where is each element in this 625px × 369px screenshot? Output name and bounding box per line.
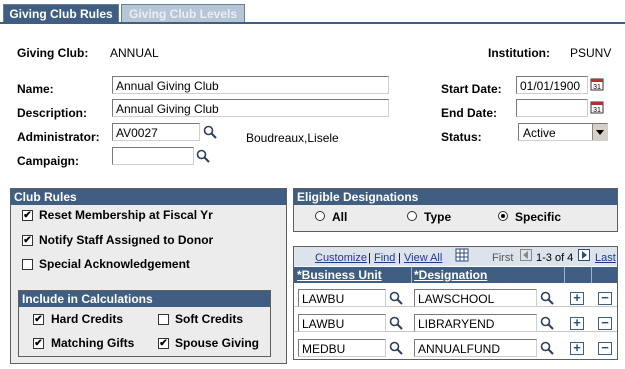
business-unit-lookup-icon[interactable] bbox=[389, 291, 403, 305]
end-date-calendar-icon[interactable]: 31 bbox=[590, 100, 604, 114]
special-ack-label: Special Acknowledgement bbox=[39, 257, 190, 271]
find-link[interactable]: Find bbox=[374, 252, 395, 264]
eligible-designations-title: Eligible Designations bbox=[294, 189, 617, 205]
toolbar-separator: | bbox=[398, 252, 401, 264]
designation-lookup-icon[interactable] bbox=[540, 291, 554, 305]
tab-giving-club-levels[interactable]: Giving Club Levels bbox=[121, 4, 245, 23]
designation-input[interactable]: LIBRARYEND bbox=[414, 314, 537, 332]
description-label: Description: bbox=[17, 106, 88, 120]
designation-lookup-icon[interactable] bbox=[540, 341, 554, 355]
club-rules-title: Club Rules bbox=[11, 189, 286, 205]
add-row-button[interactable]: + bbox=[570, 341, 584, 355]
customize-link[interactable]: Customize bbox=[315, 252, 367, 264]
spouse-giving-checkbox[interactable]: ✔ bbox=[158, 338, 169, 349]
radio-all[interactable] bbox=[315, 211, 325, 221]
add-row-button[interactable]: + bbox=[570, 291, 584, 305]
add-row-button[interactable]: + bbox=[570, 316, 584, 330]
col-divider bbox=[411, 267, 412, 283]
delete-row-button[interactable]: − bbox=[598, 316, 612, 330]
soft-credits-checkbox[interactable] bbox=[158, 314, 169, 325]
campaign-lookup-icon[interactable] bbox=[196, 149, 210, 163]
chevron-down-icon bbox=[596, 130, 604, 135]
reset-membership-label: Reset Membership at Fiscal Yr bbox=[39, 208, 213, 222]
download-grid-icon[interactable] bbox=[455, 248, 469, 262]
range-label: 1-3 of 4 bbox=[536, 252, 574, 264]
business-unit-input[interactable]: LAWBU bbox=[298, 314, 386, 332]
administrator-lookup-icon[interactable] bbox=[203, 125, 217, 139]
business-unit-lookup-icon[interactable] bbox=[389, 316, 403, 330]
administrator-name: Boudreaux,Lisele bbox=[246, 131, 339, 145]
business-unit-input[interactable]: LAWBU bbox=[298, 289, 386, 307]
col-designation-header[interactable]: *Designation bbox=[414, 268, 487, 282]
end-date-input[interactable] bbox=[516, 99, 588, 117]
tab-giving-club-rules[interactable]: Giving Club Rules bbox=[3, 4, 119, 23]
designation-input[interactable]: LAWSCHOOL bbox=[414, 289, 537, 307]
status-select[interactable]: Active bbox=[518, 123, 608, 141]
start-date-calendar-icon[interactable]: 31 bbox=[590, 77, 604, 91]
col-divider bbox=[591, 267, 592, 283]
description-input[interactable]: Annual Giving Club bbox=[112, 99, 389, 117]
tab-underline bbox=[0, 22, 625, 24]
name-input[interactable]: Annual Giving Club bbox=[112, 76, 389, 94]
svg-text:31: 31 bbox=[593, 84, 601, 91]
toolbar-separator: | bbox=[368, 252, 371, 264]
reset-membership-checkbox[interactable]: ✔ bbox=[22, 210, 33, 221]
name-label: Name: bbox=[17, 82, 54, 96]
designation-lookup-icon[interactable] bbox=[540, 316, 554, 330]
notify-staff-checkbox[interactable]: ✔ bbox=[22, 235, 33, 246]
designation-input[interactable]: ANNUALFUND bbox=[414, 339, 537, 357]
next-icon[interactable] bbox=[578, 249, 590, 261]
giving-club-label: Giving Club: bbox=[17, 46, 89, 60]
matching-gifts-checkbox[interactable]: ✔ bbox=[33, 338, 44, 349]
special-ack-checkbox[interactable] bbox=[22, 259, 33, 270]
radio-type[interactable] bbox=[407, 211, 417, 221]
delete-row-button[interactable]: − bbox=[598, 341, 612, 355]
notify-staff-label: Notify Staff Assigned to Donor bbox=[39, 233, 214, 247]
col-business-unit-header[interactable]: *Business Unit bbox=[297, 268, 382, 282]
business-unit-input[interactable]: MEDBU bbox=[298, 339, 386, 357]
administrator-input[interactable]: AV0027 bbox=[112, 123, 200, 141]
campaign-input[interactable] bbox=[112, 147, 194, 165]
soft-credits-label: Soft Credits bbox=[175, 312, 244, 326]
col-divider bbox=[564, 267, 565, 283]
start-date-input[interactable]: 01/01/1900 bbox=[516, 76, 588, 94]
spouse-giving-label: Spouse Giving bbox=[175, 336, 260, 350]
matching-gifts-label: Matching Gifts bbox=[51, 336, 135, 350]
status-dropdown-button[interactable] bbox=[592, 124, 607, 140]
radio-type-label: Type bbox=[424, 210, 452, 224]
hard-credits-checkbox[interactable]: ✔ bbox=[33, 314, 44, 325]
last-link[interactable]: Last bbox=[595, 252, 616, 264]
business-unit-lookup-icon[interactable] bbox=[389, 341, 403, 355]
institution-value: PSUNV bbox=[570, 46, 612, 60]
hard-credits-label: Hard Credits bbox=[51, 312, 124, 326]
status-label: Status: bbox=[441, 130, 482, 144]
administrator-label: Administrator: bbox=[17, 130, 100, 144]
radio-specific[interactable] bbox=[498, 211, 508, 221]
end-date-label: End Date: bbox=[441, 106, 498, 120]
institution-label: Institution: bbox=[488, 46, 550, 60]
include-calculations-title: Include in Calculations bbox=[19, 291, 270, 307]
status-select-value: Active bbox=[523, 126, 556, 140]
start-date-label: Start Date: bbox=[441, 82, 502, 96]
delete-row-button[interactable]: − bbox=[598, 291, 612, 305]
first-label: First bbox=[492, 252, 514, 264]
giving-club-value: ANNUAL bbox=[110, 46, 159, 60]
radio-all-label: All bbox=[332, 210, 348, 224]
svg-text:31: 31 bbox=[593, 107, 601, 114]
previous-icon[interactable] bbox=[520, 249, 532, 261]
view-all-link[interactable]: View All bbox=[404, 252, 442, 264]
radio-specific-label: Specific bbox=[515, 210, 562, 224]
campaign-label: Campaign: bbox=[17, 154, 80, 168]
